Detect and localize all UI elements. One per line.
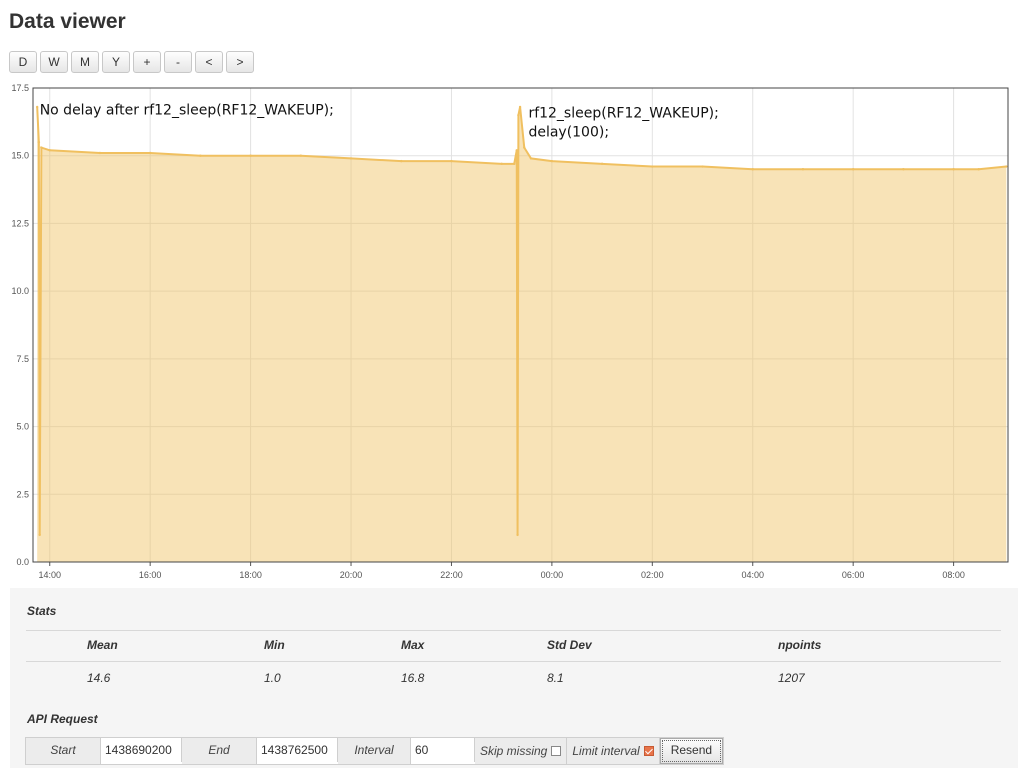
resend-button[interactable]: Resend [659,738,724,764]
y-tick-label: 5.0 [16,422,29,432]
x-tick-label: 02:00 [641,570,664,580]
stats-header-mean: Mean [87,638,118,652]
data-point [751,168,754,171]
x-tick-label: 20:00 [340,570,363,580]
y-tick-label: 15.0 [11,151,29,161]
start-label: Start [26,738,101,764]
interval-input[interactable] [411,738,475,762]
chart-annotation: rf12_sleep(RF12_WAKEUP); [528,105,718,121]
stats-header-npoints: npoints [778,638,822,652]
data-point [550,159,554,163]
stats-divider [26,661,1001,662]
data-point [523,146,526,149]
data-point [37,140,41,144]
data-point [701,165,704,168]
x-tick-label: 00:00 [541,570,564,580]
y-tick-label: 12.5 [11,218,29,228]
data-chart[interactable]: 0.0 2.5 5.0 7.5 10.0 12.5 15.0 17.5 14:00 16:00 18… [0,82,1024,587]
stats-value-mean: 14.6 [87,671,111,685]
y-tick-label: 10.0 [11,286,29,296]
data-point [529,157,533,160]
stats-header-stddev: Std Dev [547,638,592,652]
x-tick-label: 16:00 [139,570,162,580]
data-point [38,533,41,537]
y-tick-label: 0.0 [16,557,29,567]
limit-interval-label: Limit interval [572,744,640,758]
x-tick-label: 14:00 [38,570,61,580]
api-request-form: Start End Interval Skip missing Limit in… [25,737,725,765]
range-month-button[interactable]: M [71,51,99,73]
pan-right-button[interactable]: > [226,51,254,73]
skip-missing-label: Skip missing [480,744,548,758]
x-tick-label: 06:00 [842,570,865,580]
stats-title: Stats [27,604,57,618]
data-point [513,162,516,166]
data-point [349,157,353,160]
data-point [952,168,955,171]
start-input[interactable] [101,738,182,762]
x-tick-label: 22:00 [440,570,463,580]
range-day-button[interactable]: D [9,51,37,73]
end-label: End [182,738,257,764]
data-point [35,105,39,109]
data-point [199,154,202,157]
zoom-in-button[interactable]: + [133,51,161,73]
data-point [515,149,518,152]
data-point [801,168,805,171]
data-point [500,162,503,166]
zoom-out-button[interactable]: - [164,51,192,73]
series-area [37,106,1007,563]
data-point [48,149,51,152]
data-point [148,151,152,155]
interval-label: Interval [338,738,411,764]
limit-interval-checkbox[interactable] [643,746,654,756]
data-point [98,151,102,155]
data-point [977,168,980,171]
stats-panel: Stats Mean Min Max Std Dev npoints 14.6 … [10,588,1018,768]
range-week-button[interactable]: W [40,51,68,73]
pan-left-button[interactable]: < [195,51,223,73]
data-point [516,533,519,537]
y-tick-label: 2.5 [16,489,29,499]
data-point [40,146,43,149]
x-tick-label: 08:00 [942,570,965,580]
x-tick-label: 04:00 [741,570,764,580]
y-tick-label: 17.5 [11,83,29,93]
stats-header-max: Max [401,638,425,652]
data-point [651,165,654,168]
stats-value-stddev: 8.1 [547,671,564,685]
data-point [400,159,403,163]
data-point [517,113,520,117]
y-tick-label: 7.5 [16,354,29,364]
chart-annotation: No delay after rf12_sleep(RF12_WAKEUP); [40,103,334,119]
x-tick-label: 18:00 [239,570,262,580]
stats-value-max: 16.8 [401,671,425,685]
data-point [851,168,855,171]
data-point [299,154,303,157]
stats-value-npoints: 1207 [778,671,805,685]
data-point [1005,165,1008,168]
range-year-button[interactable]: Y [102,51,130,73]
range-toolbar: D W M Y + - < > [9,51,254,73]
stats-divider [26,630,1001,631]
data-point [249,154,252,157]
stats-header-min: Min [264,638,285,652]
data-point [518,105,522,109]
skip-missing-toggle[interactable]: Skip missing [475,738,568,764]
page-title: Data viewer [9,10,126,33]
api-request-title: API Request [27,712,98,726]
end-input[interactable] [257,738,338,762]
data-point [450,159,453,163]
data-point [902,168,905,171]
limit-interval-toggle[interactable]: Limit interval [567,738,660,764]
skip-missing-checkbox[interactable] [551,746,562,756]
data-point [600,162,604,166]
chart-annotation: delay(100); [528,124,609,140]
stats-value-min: 1.0 [264,671,281,685]
